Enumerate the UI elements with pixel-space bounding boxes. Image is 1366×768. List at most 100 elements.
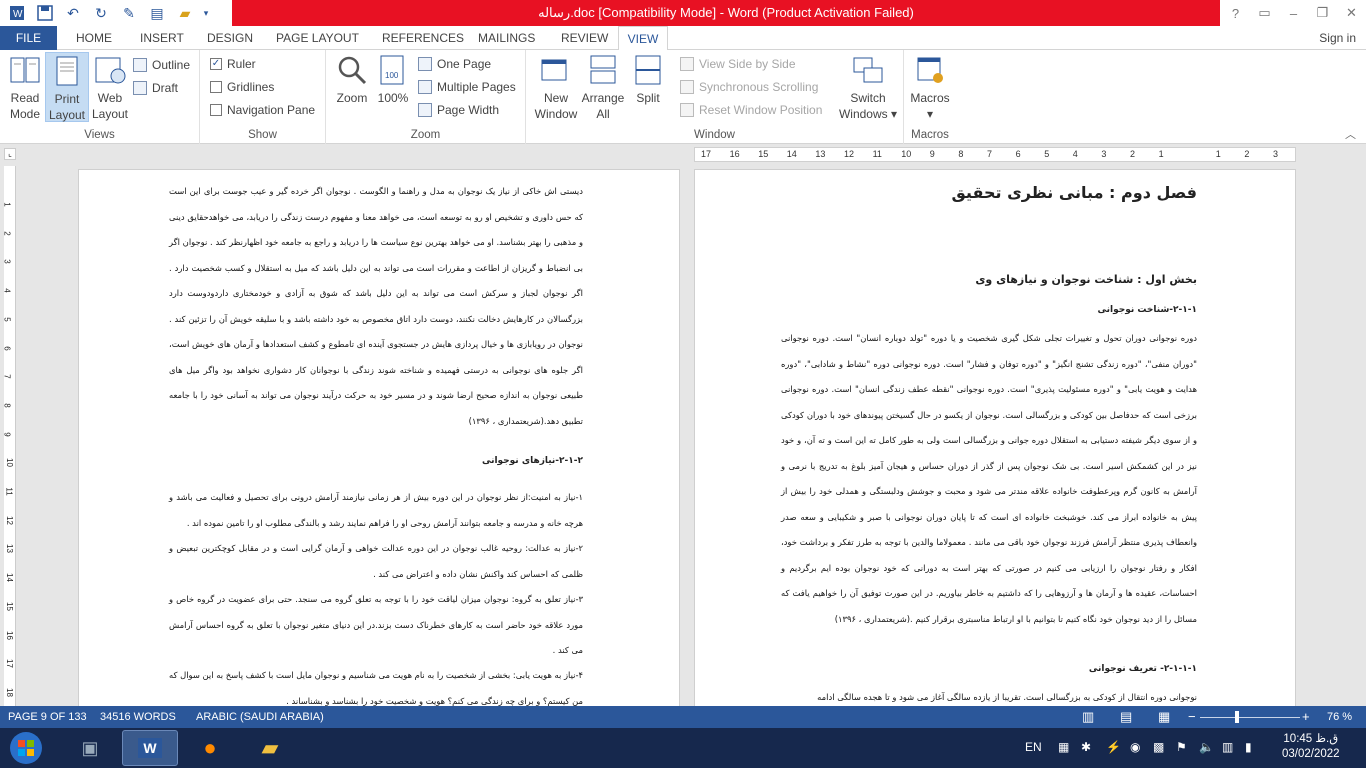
open-folder-icon[interactable]: ▰	[172, 2, 198, 24]
input-language[interactable]: EN	[1025, 740, 1042, 754]
zoom-100-button[interactable]: 100 100%	[374, 54, 412, 106]
tab-view[interactable]: VIEW	[618, 26, 668, 51]
reset-window-position-button[interactable]: Reset Window Position	[680, 100, 822, 120]
tray-notes-icon[interactable]: ▩	[1153, 740, 1164, 754]
multiple-pages-icon	[418, 80, 432, 94]
tab-file[interactable]: FILE	[0, 26, 57, 50]
zoom-slider-thumb[interactable]	[1235, 711, 1239, 723]
ruler-tick: 9	[929, 149, 935, 159]
ruler-tick: 12	[844, 149, 855, 159]
page-count[interactable]: PAGE 9 OF 133	[8, 706, 87, 728]
split-icon	[635, 55, 661, 85]
tab-selector-icon[interactable]: ⌞	[4, 148, 16, 160]
section-heading: ۲-۱-۲-نیازهای نوجوانی	[481, 456, 583, 466]
ruler-tick: 6	[2, 345, 12, 351]
arrange-all-button[interactable]: Arrange All	[580, 54, 626, 122]
ruler-tick: 4	[1072, 149, 1078, 159]
ruler-checkbox[interactable]: ✓ Ruler	[210, 54, 256, 74]
clock[interactable]: 10:45 ق.ظ 03/02/2022	[1282, 732, 1340, 762]
tray-browser-icon[interactable]: ◉	[1130, 740, 1140, 754]
tab-home[interactable]: HOME	[76, 26, 112, 50]
tab-insert[interactable]: INSERT	[140, 26, 184, 50]
macros-button[interactable]: Macros ▾	[908, 54, 952, 122]
zoom-slider[interactable]	[1200, 717, 1300, 718]
outline-button[interactable]: Outline	[133, 55, 190, 75]
tray-network-icon[interactable]: ▥	[1222, 740, 1233, 754]
ruler-tick: 17	[4, 659, 14, 669]
tray-battery-icon[interactable]: ▮	[1245, 740, 1252, 754]
tray-app-icon[interactable]: ▦	[1058, 740, 1069, 754]
undo-icon[interactable]: ↶	[60, 2, 86, 24]
tab-mailings[interactable]: MAILINGS	[478, 26, 535, 50]
document-page-left[interactable]: دیستی اش خاکی از نیاز یک نوجوان به مدل و…	[78, 169, 680, 706]
ruler-tick: 5	[1044, 149, 1050, 159]
word-logo-icon: W	[4, 2, 30, 24]
paragraph: دوره نوجوانی دوران تحول و تغییرات تجلی ش…	[781, 333, 1197, 624]
horizontal-ruler[interactable]: 17 16 15 14 13 12 11 10 9 8 7 6 5 4 3 2 1 1 2 3	[694, 147, 1296, 162]
zoom-out-button[interactable]: −	[1188, 706, 1196, 728]
document-app-icon: ▣	[81, 737, 99, 758]
zoom-button[interactable]: Zoom	[332, 54, 372, 106]
split-button[interactable]: Split	[630, 54, 666, 106]
redo-icon[interactable]: ↻	[88, 2, 114, 24]
chapter-title: فصل دوم : مبانی نظری تحقیق	[951, 183, 1197, 202]
tray-security-icon[interactable]: ⚡	[1106, 740, 1121, 754]
customize-qat-icon[interactable]: ▾	[200, 2, 212, 24]
vertical-ruler[interactable]: 1 2 3 4 5 6 7 8 9 10 11 12 13 14 15 16 17 18	[2, 166, 16, 706]
subsection-heading: ۲-۱-۱-۱- تعریف نوجوانی	[1088, 664, 1197, 674]
read-mode-button[interactable]: Read Mode	[4, 54, 46, 122]
ruler-tick: 10	[4, 458, 14, 468]
show-group: ✓ Ruler Gridlines Navigation Pane Show	[200, 50, 326, 144]
ribbon-display-icon[interactable]: ▭	[1250, 0, 1279, 26]
help-icon[interactable]: ?	[1221, 0, 1250, 26]
web-layout-view-icon[interactable]: ▦	[1158, 706, 1170, 728]
folder-icon: ▰	[261, 735, 279, 760]
tab-references[interactable]: REFERENCES	[382, 26, 464, 50]
synchronous-scrolling-button[interactable]: Synchronous Scrolling	[680, 77, 818, 97]
minimize-button[interactable]: –	[1279, 0, 1308, 26]
start-button[interactable]	[4, 730, 48, 766]
one-page-button[interactable]: One Page	[418, 54, 491, 74]
close-button[interactable]: ✕	[1337, 0, 1366, 26]
macros-group: Macros ▾ Macros	[904, 50, 956, 144]
document-area[interactable]: ⌞ 1 2 3 4 5 6 7 8 9 10 11 12 13 14 15 16 17 18 17 16 15 14 13…	[0, 144, 1366, 706]
read-mode-view-icon[interactable]: ▥	[1082, 706, 1094, 728]
view-side-by-side-button[interactable]: View Side by Side	[680, 54, 796, 74]
sign-in-link[interactable]: Sign in	[1319, 26, 1356, 50]
taskbar-explorer-button[interactable]: ▰	[242, 730, 298, 766]
taskbar-firefox-button[interactable]: ●	[182, 730, 238, 766]
tab-page-layout[interactable]: PAGE LAYOUT	[276, 26, 359, 50]
zoom-level[interactable]: 76 %	[1327, 706, 1352, 728]
page-width-button[interactable]: Page Width	[418, 100, 499, 120]
web-layout-button[interactable]: Web Layout	[90, 54, 130, 122]
outline-icon	[133, 58, 147, 72]
new-window-button[interactable]: New Window	[534, 54, 578, 122]
tray-flag-icon[interactable]: ⚑	[1176, 740, 1187, 754]
restore-button[interactable]: ❐	[1308, 0, 1337, 26]
document-page-right[interactable]: فصل دوم : مبانی نظری تحقیق بخش اول : شنا…	[694, 169, 1296, 706]
language-indicator[interactable]: ARABIC (SAUDI ARABIA)	[196, 706, 324, 728]
save-icon[interactable]	[32, 2, 58, 24]
print-layout-view-icon[interactable]: ▤	[1120, 706, 1132, 728]
new-doc-icon[interactable]: ▤	[144, 2, 170, 24]
draft-button[interactable]: Draft	[133, 78, 178, 98]
navigation-pane-checkbox[interactable]: Navigation Pane	[210, 100, 315, 120]
zoom-in-button[interactable]: +	[1302, 706, 1310, 728]
print-layout-button[interactable]: Print Layout	[45, 52, 89, 122]
multiple-pages-button[interactable]: Multiple Pages	[418, 77, 516, 97]
tab-review[interactable]: REVIEW	[561, 26, 608, 50]
tray-bluetooth-icon[interactable]: ✱	[1081, 740, 1091, 754]
taskbar-word-button[interactable]: W	[122, 730, 178, 766]
switch-windows-button[interactable]: Switch Windows ▾	[836, 54, 900, 122]
taskbar-app-icon[interactable]: ▣	[62, 730, 118, 766]
zoom-group: Zoom 100 100% One Page Multiple Pages Pa…	[326, 50, 526, 144]
views-group: Read Mode Print Layout Web Layout Outline D…	[0, 50, 200, 144]
gridlines-checkbox[interactable]: Gridlines	[210, 77, 274, 97]
edit-doc-icon[interactable]: ✎	[116, 2, 142, 24]
collapse-ribbon-icon[interactable]: ︿	[1345, 126, 1356, 142]
tab-design[interactable]: DESIGN	[207, 26, 253, 50]
ruler-tick: 4	[2, 288, 12, 293]
ruler-tick: 2	[1244, 149, 1250, 159]
word-count[interactable]: 34516 WORDS	[100, 706, 176, 728]
tray-volume-icon[interactable]: 🔈	[1199, 740, 1214, 754]
